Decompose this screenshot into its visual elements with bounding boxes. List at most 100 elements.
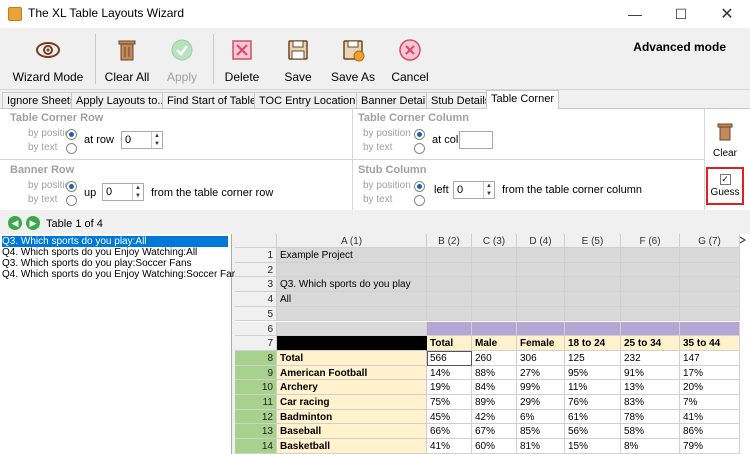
row-number[interactable]: 11 — [235, 395, 277, 410]
table-cell[interactable] — [472, 321, 517, 337]
save-as-button[interactable]: Save As — [328, 32, 378, 88]
table-cell[interactable]: 84% — [472, 380, 517, 395]
stub-left-stepper[interactable]: 0 ▲ ▼ — [453, 181, 495, 199]
row-number[interactable]: 3 — [235, 277, 277, 293]
tab-find-start[interactable]: Find Start of Tables — [162, 92, 267, 108]
table-cell[interactable]: 14% — [427, 365, 472, 381]
spin-arrows-icon[interactable]: ▲ ▼ — [483, 182, 494, 198]
delete-button[interactable]: Delete — [220, 32, 264, 88]
column-header[interactable]: C (3) — [472, 234, 517, 248]
list-item[interactable]: Q3. Which sports do you play:Soccer Fans — [2, 258, 192, 269]
table-cell[interactable] — [680, 292, 740, 307]
row-number[interactable]: 5 — [235, 306, 277, 322]
row-number[interactable]: 10 — [235, 380, 277, 395]
row-number[interactable]: 7 — [235, 336, 277, 351]
table-cell[interactable] — [427, 262, 472, 278]
table-cell[interactable] — [277, 262, 427, 278]
banner-by-position-radio[interactable] — [66, 181, 77, 192]
table-cell[interactable]: 13% — [621, 380, 680, 395]
table-cell[interactable]: 8% — [621, 439, 680, 454]
table-cell[interactable]: 15% — [565, 439, 621, 454]
tab-apply-layouts[interactable]: Apply Layouts to... — [71, 92, 172, 108]
table-cell[interactable] — [565, 321, 621, 337]
col-by-position-radio[interactable] — [414, 129, 425, 140]
table-cell[interactable]: 27% — [517, 365, 565, 381]
table-cell[interactable]: 99% — [517, 380, 565, 395]
column-header[interactable]: G (7) — [680, 234, 740, 248]
close-icon[interactable]: ✕ — [704, 0, 750, 28]
table-cell[interactable] — [427, 306, 472, 322]
table-cell[interactable]: 125 — [565, 350, 621, 366]
table-cell[interactable] — [565, 292, 621, 307]
table-cell[interactable]: 78% — [621, 409, 680, 425]
tab-table-corner[interactable]: Table Corner — [486, 90, 559, 109]
table-cell[interactable] — [427, 248, 472, 263]
table-cell[interactable]: 25 to 34 — [621, 336, 680, 351]
table-cell[interactable] — [680, 277, 740, 293]
stub-by-text-radio[interactable] — [414, 195, 425, 206]
minimize-icon[interactable]: — — [612, 0, 658, 28]
table-cell[interactable]: 76% — [565, 395, 621, 410]
spreadsheet-preview[interactable]: A (1) B (2) C (3) D (4) E (5) F (6) G (7) 1 Exam… — [235, 234, 750, 454]
corner-cell[interactable] — [235, 234, 277, 248]
table-cell[interactable] — [680, 248, 740, 263]
table-cell[interactable] — [427, 277, 472, 293]
table-cell[interactable]: 306 — [517, 350, 565, 366]
table-cell[interactable]: Example Project — [277, 248, 427, 263]
maximize-icon[interactable]: ☐ — [658, 0, 704, 28]
table-cell[interactable]: 232 — [621, 350, 680, 366]
table-cell[interactable]: 17% — [680, 365, 740, 381]
table-cell[interactable]: 11% — [565, 380, 621, 395]
table-cell[interactable]: 75% — [427, 395, 472, 410]
table-cell[interactable] — [680, 262, 740, 278]
table-cell[interactable]: 45% — [427, 409, 472, 425]
table-cell[interactable] — [517, 277, 565, 293]
spin-arrows-icon[interactable]: ▲ ▼ — [132, 184, 143, 200]
table-cell[interactable] — [472, 292, 517, 307]
column-header[interactable]: F (6) — [621, 234, 680, 248]
save-button[interactable]: Save — [278, 32, 318, 88]
table-cell[interactable]: 67% — [472, 424, 517, 440]
table-cell[interactable]: 41% — [427, 439, 472, 454]
tables-list[interactable]: Q3. Which sports do you play:All Q4. Whi… — [0, 234, 242, 454]
table-cell[interactable]: Badminton — [277, 409, 427, 425]
table-cell[interactable]: 42% — [472, 409, 517, 425]
row-number[interactable]: 8 — [235, 350, 277, 366]
table-cell[interactable] — [517, 306, 565, 322]
table-cell[interactable]: 20% — [680, 380, 740, 395]
table-cell[interactable] — [472, 277, 517, 293]
table-cell[interactable]: 147 — [680, 350, 740, 366]
list-item[interactable]: Q4. Which sports do you Enjoy Watching:S… — [2, 269, 242, 280]
table-cell[interactable] — [621, 306, 680, 322]
clear-all-button[interactable]: Clear All — [100, 32, 154, 88]
apply-button[interactable]: Apply — [160, 32, 204, 88]
table-cell[interactable]: 60% — [472, 439, 517, 454]
clear-button[interactable]: Clear — [708, 123, 742, 159]
row-number[interactable]: 6 — [235, 321, 277, 337]
previous-table-icon[interactable]: ◀ — [8, 216, 22, 230]
banner-up-stepper[interactable]: 0 ▲ ▼ — [102, 183, 144, 201]
table-cell[interactable] — [472, 306, 517, 322]
table-cell[interactable] — [621, 321, 680, 337]
table-cell[interactable]: 18 to 24 — [565, 336, 621, 351]
table-cell[interactable]: 95% — [565, 365, 621, 381]
row-number[interactable]: 9 — [235, 365, 277, 381]
next-table-icon[interactable]: ▶ — [26, 216, 40, 230]
tab-ignore-sheets[interactable]: Ignore Sheets — [2, 92, 81, 108]
table-cell[interactable]: 260 — [472, 350, 517, 366]
table-cell[interactable]: Car racing — [277, 395, 427, 410]
table-cell[interactable] — [621, 248, 680, 263]
table-cell[interactable] — [472, 262, 517, 278]
table-cell[interactable]: 91% — [621, 365, 680, 381]
table-cell[interactable]: All — [277, 292, 427, 307]
tab-stub-details[interactable]: Stub Details — [426, 92, 496, 108]
table-cell[interactable]: Total — [277, 350, 427, 366]
table-cell[interactable] — [277, 306, 427, 322]
table-cell[interactable]: Female — [517, 336, 565, 351]
list-item[interactable]: Q4. Which sports do you Enjoy Watching:A… — [2, 247, 197, 258]
table-cell[interactable] — [621, 262, 680, 278]
table-cell[interactable] — [517, 292, 565, 307]
table-cell[interactable] — [565, 277, 621, 293]
table-cell[interactable] — [517, 248, 565, 263]
table-cell[interactable]: 566 — [427, 350, 472, 366]
